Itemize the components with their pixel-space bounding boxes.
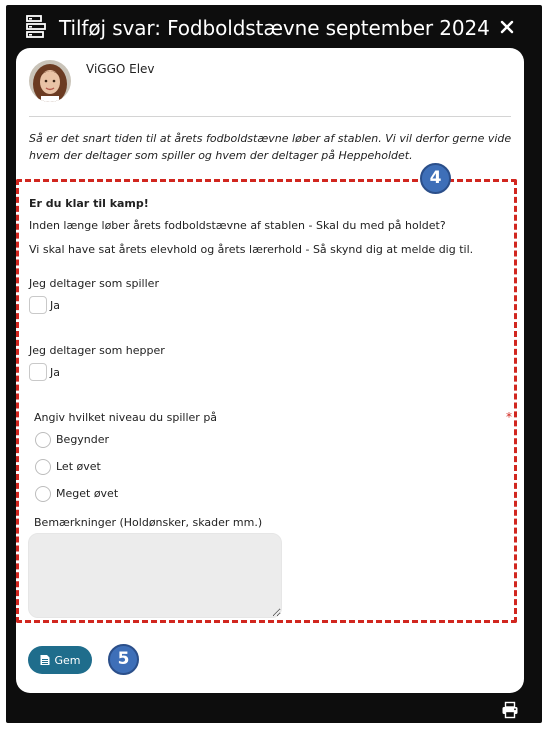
step-badge-4: 4	[420, 163, 451, 194]
user-name: ViGGO Elev	[86, 62, 155, 76]
form-heading: Er du klar til kamp!	[29, 197, 149, 210]
print-button[interactable]	[501, 701, 519, 719]
save-button-label: Gem	[54, 653, 81, 667]
dialog-titlebar: Tilføj svar: Fodboldstævne september 202…	[6, 5, 542, 50]
remarks-label: Bemærkninger (Holdønsker, skader mm.)	[34, 516, 263, 529]
printer-icon	[502, 701, 518, 719]
save-button[interactable]: Gem	[28, 646, 92, 674]
level-radio-meget-ovet[interactable]	[35, 486, 51, 502]
divider	[29, 116, 511, 117]
level-label-begynder[interactable]: Begynder	[56, 433, 109, 446]
form-list-icon	[25, 14, 49, 40]
event-description: Så er det snart tiden til at årets fodbo…	[29, 132, 512, 162]
response-card: ViGGO Elev Så er det snart tiden til at …	[16, 48, 524, 693]
avatar	[29, 60, 71, 102]
level-label-let-ovet[interactable]: Let øvet	[56, 460, 101, 473]
form-intro-line-1: Inden længe løber årets fodboldstævne af…	[29, 219, 446, 232]
save-document-icon	[40, 655, 50, 665]
dialog-window: Tilføj svar: Fodboldstævne september 202…	[6, 5, 542, 723]
form-intro-line-2: Vi skal have sat årets elevhold og årets…	[29, 243, 474, 256]
close-icon	[500, 20, 514, 34]
fan-ja-label[interactable]: Ja	[50, 366, 60, 379]
fan-question-label: Jeg deltager som hepper	[29, 344, 165, 357]
player-ja-checkbox[interactable]	[29, 296, 47, 314]
level-radio-begynder[interactable]	[35, 432, 51, 448]
level-question-label: Angiv hvilket niveau du spiller på	[34, 411, 218, 424]
player-ja-label[interactable]: Ja	[50, 299, 60, 312]
dialog-title: Tilføj svar: Fodboldstævne september 202…	[59, 16, 490, 40]
level-radio-let-ovet[interactable]	[35, 459, 51, 475]
required-indicator: *	[506, 410, 512, 424]
fan-ja-checkbox[interactable]	[29, 363, 47, 381]
level-label-meget-ovet[interactable]: Meget øvet	[56, 487, 118, 500]
remarks-textarea[interactable]	[28, 533, 282, 618]
player-question-label: Jeg deltager som spiller	[29, 277, 159, 290]
step-badge-5: 5	[108, 644, 139, 675]
close-button[interactable]	[494, 14, 520, 40]
